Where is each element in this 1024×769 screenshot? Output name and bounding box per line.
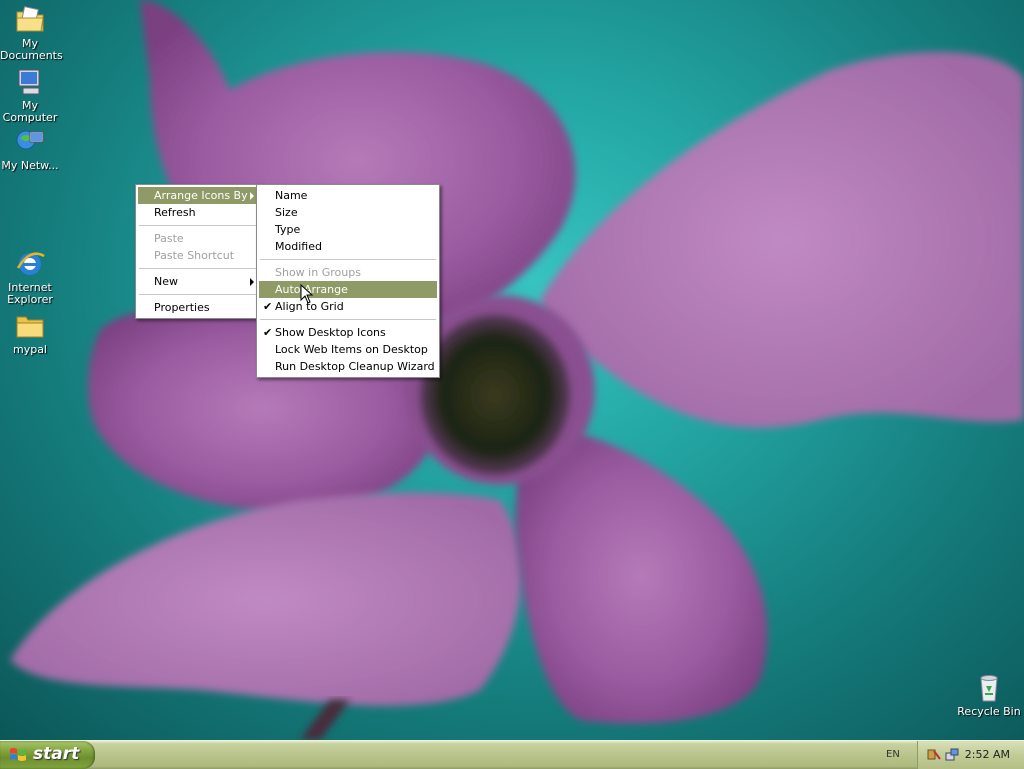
menu-separator bbox=[139, 294, 258, 295]
menu-item-properties[interactable]: Properties bbox=[138, 299, 259, 316]
menu-item-arrange-icons-by[interactable]: Arrange Icons By bbox=[138, 187, 259, 204]
submenu-item-name[interactable]: Name bbox=[259, 187, 437, 204]
desktop-wallpaper[interactable] bbox=[0, 0, 1024, 740]
computer-icon bbox=[18, 69, 40, 95]
submenu-item-size[interactable]: Size bbox=[259, 204, 437, 221]
network-icon bbox=[16, 130, 44, 150]
submenu-item-desktop-cleanup-wizard[interactable]: Run Desktop Cleanup Wizard bbox=[259, 358, 437, 375]
folder-icon bbox=[16, 316, 44, 338]
desktop-icon-label: My Computer bbox=[2, 99, 58, 124]
desktop-icon-label: Recycle Bin bbox=[957, 705, 1021, 718]
submenu-arrow-icon bbox=[250, 278, 254, 286]
menu-item-label: Lock Web Items on Desktop bbox=[275, 343, 428, 356]
system-tray: 2:52 AM bbox=[917, 741, 1024, 769]
submenu-arrow-icon bbox=[250, 192, 254, 200]
menu-separator bbox=[260, 259, 436, 260]
tray-network-icon[interactable] bbox=[944, 747, 960, 763]
desktop-icon-recycle-bin[interactable]: Recycle Bin bbox=[955, 672, 1023, 718]
desktop-icon-my-documents[interactable]: My Documents bbox=[0, 4, 63, 62]
menu-separator bbox=[139, 225, 258, 226]
clock[interactable]: 2:52 AM bbox=[965, 748, 1010, 761]
submenu-item-auto-arrange[interactable]: Auto Arrange bbox=[259, 281, 437, 298]
internet-explorer-icon bbox=[16, 252, 45, 275]
tray-tools-icon[interactable] bbox=[926, 747, 942, 763]
menu-item-label: Name bbox=[275, 189, 308, 202]
menu-item-label: Size bbox=[275, 206, 298, 219]
menu-item-refresh[interactable]: Refresh bbox=[138, 204, 259, 221]
taskbar: start EN 2:52 AM bbox=[0, 740, 1024, 769]
menu-item-paste[interactable]: Paste bbox=[138, 230, 259, 247]
menu-item-label: Paste bbox=[154, 232, 184, 245]
submenu-item-modified[interactable]: Modified bbox=[259, 238, 437, 255]
desktop-icon-label: My Documents bbox=[0, 37, 63, 62]
start-button[interactable]: start bbox=[0, 741, 95, 769]
submenu-item-show-desktop-icons[interactable]: ✔ Show Desktop Icons bbox=[259, 324, 437, 341]
menu-item-label: Show in Groups bbox=[275, 266, 361, 279]
checkmark-icon: ✔ bbox=[263, 300, 273, 313]
menu-item-paste-shortcut[interactable]: Paste Shortcut bbox=[138, 247, 259, 264]
menu-separator bbox=[260, 319, 436, 320]
menu-item-label: Type bbox=[275, 223, 301, 236]
menu-item-label: New bbox=[154, 275, 178, 288]
desktop-icon-label: mypal bbox=[12, 343, 47, 356]
menu-separator bbox=[139, 268, 258, 269]
menu-item-label: Modified bbox=[275, 240, 322, 253]
folder-documents-icon bbox=[16, 6, 44, 32]
submenu-item-type[interactable]: Type bbox=[259, 221, 437, 238]
desktop-icon-label: Internet Explorer bbox=[7, 281, 53, 306]
desktop-icon-label: My Netw... bbox=[1, 159, 59, 172]
checkmark-icon: ✔ bbox=[263, 326, 273, 339]
menu-item-label: Paste Shortcut bbox=[154, 249, 235, 262]
recycle-bin-icon bbox=[980, 675, 998, 702]
desktop-icon-my-computer[interactable]: My Computer bbox=[0, 66, 60, 124]
desktop-icon-internet-explorer[interactable]: Internet Explorer bbox=[0, 248, 60, 306]
flower-wallpaper-image bbox=[10, 0, 1024, 740]
arrange-icons-submenu: Name Size Type Modified Show in Groups A… bbox=[256, 184, 440, 378]
desktop-context-menu: Arrange Icons By Refresh Paste Paste Sho… bbox=[135, 184, 262, 319]
menu-item-label: Show Desktop Icons bbox=[275, 326, 386, 339]
start-label: start bbox=[33, 744, 80, 764]
menu-item-label: Properties bbox=[154, 301, 210, 314]
windows-logo-icon bbox=[10, 748, 26, 761]
submenu-item-align-to-grid[interactable]: ✔ Align to Grid bbox=[259, 298, 437, 315]
desktop-icon-mypal[interactable]: mypal bbox=[0, 310, 60, 356]
language-indicator[interactable]: EN bbox=[886, 749, 900, 760]
desktop-icon-my-network[interactable]: My Netw... bbox=[0, 126, 60, 172]
menu-item-label: Arrange Icons By bbox=[154, 189, 248, 202]
menu-item-label: Run Desktop Cleanup Wizard bbox=[275, 360, 435, 373]
mouse-pointer-icon bbox=[300, 284, 314, 304]
menu-item-label: Refresh bbox=[154, 206, 196, 219]
submenu-item-lock-web-items[interactable]: Lock Web Items on Desktop bbox=[259, 341, 437, 358]
menu-item-new[interactable]: New bbox=[138, 273, 259, 290]
submenu-item-show-in-groups[interactable]: Show in Groups bbox=[259, 264, 437, 281]
